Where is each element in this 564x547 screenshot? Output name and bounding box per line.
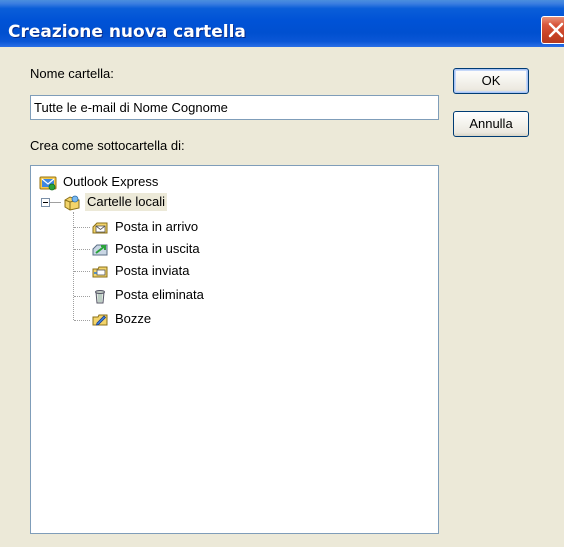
parent-folder-label: Crea come sottocartella di: [30,138,185,153]
outbox-icon [91,241,109,259]
collapse-toggle[interactable] [41,198,50,207]
sent-items-icon [91,263,109,281]
deleted-items-icon [91,287,109,305]
inbox-icon [91,219,109,237]
tree-line [74,271,90,272]
local-folders-icon [63,194,81,212]
ok-button[interactable]: OK [453,68,529,94]
close-button[interactable] [541,16,564,44]
tree-item-label: Bozze [115,311,152,326]
tree-line [73,212,74,320]
tree-line [74,296,90,297]
outlook-express-icon [39,174,57,192]
tree-line [74,249,90,250]
close-icon [548,22,564,38]
tree-item-label: Posta in arrivo [115,219,199,234]
tree-item-label: Posta inviata [115,263,190,278]
dialog-title: Creazione nuova cartella [8,22,246,42]
tree-item-label: Cartelle locali [85,193,168,211]
tree-item-label: Posta in uscita [115,241,200,256]
drafts-icon [91,311,109,329]
tree-line [50,202,60,203]
tree-item-label: Outlook Express [63,174,159,189]
cancel-button[interactable]: Annulla [453,111,529,137]
folder-tree[interactable]: Outlook Express Cartelle locali Posta in… [30,165,439,534]
tree-line [74,227,90,228]
folder-name-label: Nome cartella: [30,66,114,81]
tree-line [74,320,90,321]
new-folder-dialog: Creazione nuova cartella Nome cartella: … [0,0,564,547]
title-bar[interactable]: Creazione nuova cartella [0,0,564,47]
tree-item-label: Posta eliminata [115,287,204,302]
folder-name-input[interactable]: Tutte le e-mail di Nome Cognome [30,95,439,120]
